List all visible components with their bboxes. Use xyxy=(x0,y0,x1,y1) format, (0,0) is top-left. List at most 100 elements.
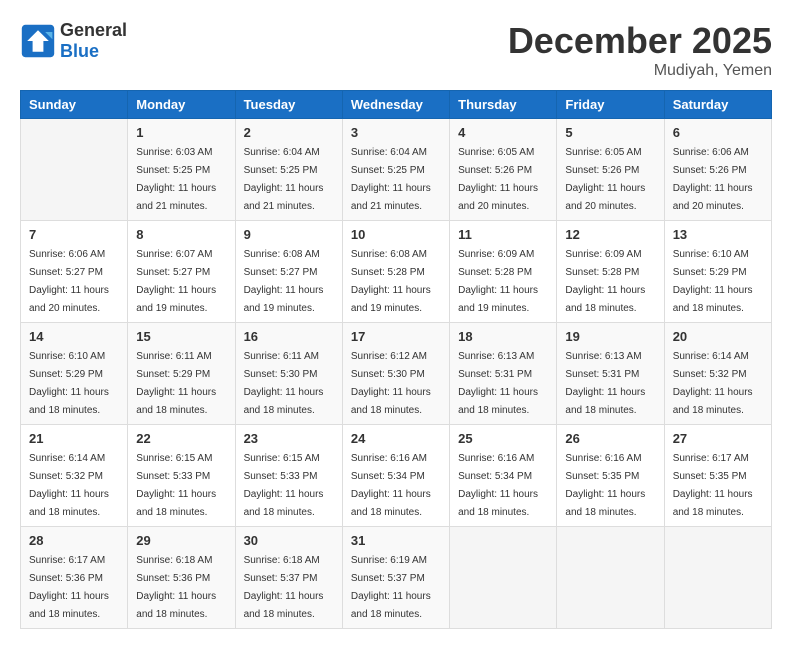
calendar-day-cell: 7 Sunrise: 6:06 AMSunset: 5:27 PMDaylight… xyxy=(21,221,128,323)
calendar-day-cell: 10Sunrise: 6:08 AMSunset: 5:28 PMDayligh… xyxy=(342,221,449,323)
calendar-day-cell: 19 Sunrise: 6:13 AMSunset: 5:31 PMDayligh… xyxy=(557,323,664,425)
calendar-day-cell: 5 Sunrise: 6:05 AMSunset: 5:26 PMDaylight… xyxy=(557,119,664,221)
day-info: Sunrise: 6:12 AMSunset: 5:30 PMDaylight:… xyxy=(351,351,431,416)
day-info: Sunrise: 6:15 AMSunset: 5:33 PMDaylight:… xyxy=(136,453,216,518)
day-info: Sunrise: 6:17 AMSunset: 5:35 PMDaylight:… xyxy=(673,453,753,518)
weekday-header: Saturday xyxy=(664,91,771,119)
day-number: 9 xyxy=(244,227,334,242)
day-number: 13 xyxy=(673,227,763,242)
day-number: 8 xyxy=(136,227,226,242)
calendar-day-cell: 13 Sunrise: 6:10 AMSunset: 5:29 PMDayligh… xyxy=(664,221,771,323)
day-info: Sunrise: 6:13 AMSunset: 5:31 PMDaylight:… xyxy=(565,351,645,416)
calendar-day-cell xyxy=(664,527,771,629)
calendar-day-cell: 27Sunrise: 6:17 AMSunset: 5:35 PMDayligh… xyxy=(664,425,771,527)
day-info: Sunrise: 6:06 AMSunset: 5:27 PMDaylight:… xyxy=(29,249,109,314)
day-number: 26 xyxy=(565,431,655,446)
day-info: Sunrise: 6:05 AMSunset: 5:26 PMDaylight:… xyxy=(565,147,645,212)
day-number: 30 xyxy=(244,533,334,548)
calendar-day-cell: 3 Sunrise: 6:04 AMSunset: 5:25 PMDaylight… xyxy=(342,119,449,221)
calendar-day-cell: 29Sunrise: 6:18 AMSunset: 5:36 PMDayligh… xyxy=(128,527,235,629)
day-number: 1 xyxy=(136,125,226,140)
day-number: 7 xyxy=(29,227,119,242)
calendar-day-cell: 30 Sunrise: 6:18 AMSunset: 5:37 PMDayligh… xyxy=(235,527,342,629)
weekday-header: Monday xyxy=(128,91,235,119)
title-block: December 2025 Mudiyah, Yemen xyxy=(508,20,772,80)
day-number: 25 xyxy=(458,431,548,446)
day-number: 2 xyxy=(244,125,334,140)
weekday-header: Tuesday xyxy=(235,91,342,119)
day-info: Sunrise: 6:10 AMSunset: 5:29 PMDaylight:… xyxy=(29,351,109,416)
day-number: 23 xyxy=(244,431,334,446)
day-number: 3 xyxy=(351,125,441,140)
day-number: 17 xyxy=(351,329,441,344)
calendar-day-cell: 24Sunrise: 6:16 AMSunset: 5:34 PMDayligh… xyxy=(342,425,449,527)
day-info: Sunrise: 6:14 AMSunset: 5:32 PMDaylight:… xyxy=(29,453,109,518)
weekday-header: Sunday xyxy=(21,91,128,119)
day-info: Sunrise: 6:08 AMSunset: 5:28 PMDaylight:… xyxy=(351,249,431,314)
day-info: Sunrise: 6:07 AMSunset: 5:27 PMDaylight:… xyxy=(136,249,216,314)
day-number: 14 xyxy=(29,329,119,344)
calendar-day-cell: 6 Sunrise: 6:06 AMSunset: 5:26 PMDaylight… xyxy=(664,119,771,221)
calendar-day-cell: 4 Sunrise: 6:05 AMSunset: 5:26 PMDaylight… xyxy=(450,119,557,221)
calendar-day-cell: 15 Sunrise: 6:11 AMSunset: 5:29 PMDayligh… xyxy=(128,323,235,425)
day-number: 31 xyxy=(351,533,441,548)
day-number: 11 xyxy=(458,227,548,242)
day-info: Sunrise: 6:19 AMSunset: 5:37 PMDaylight:… xyxy=(351,555,431,620)
day-info: Sunrise: 6:09 AMSunset: 5:28 PMDaylight:… xyxy=(458,249,538,314)
calendar-day-cell: 1 Sunrise: 6:03 AMSunset: 5:25 PMDaylight… xyxy=(128,119,235,221)
calendar-day-cell: 22 Sunrise: 6:15 AMSunset: 5:33 PMDayligh… xyxy=(128,425,235,527)
logo: General Blue xyxy=(20,20,127,62)
day-info: Sunrise: 6:18 AMSunset: 5:37 PMDaylight:… xyxy=(244,555,324,620)
calendar-table: SundayMondayTuesdayWednesdayThursdayFrid… xyxy=(20,90,772,629)
calendar-day-cell: 20 Sunrise: 6:14 AMSunset: 5:32 PMDayligh… xyxy=(664,323,771,425)
day-info: Sunrise: 6:16 AMSunset: 5:34 PMDaylight:… xyxy=(458,453,538,518)
logo-general-text: General xyxy=(60,20,127,40)
calendar-day-cell: 17 Sunrise: 6:12 AMSunset: 5:30 PMDayligh… xyxy=(342,323,449,425)
day-number: 5 xyxy=(565,125,655,140)
day-number: 20 xyxy=(673,329,763,344)
calendar-day-cell: 8 Sunrise: 6:07 AMSunset: 5:27 PMDaylight… xyxy=(128,221,235,323)
day-info: Sunrise: 6:13 AMSunset: 5:31 PMDaylight:… xyxy=(458,351,538,416)
calendar-day-cell: 16Sunrise: 6:11 AMSunset: 5:30 PMDayligh… xyxy=(235,323,342,425)
calendar-week-row: 28 Sunrise: 6:17 AMSunset: 5:36 PMDayligh… xyxy=(21,527,772,629)
day-info: Sunrise: 6:05 AMSunset: 5:26 PMDaylight:… xyxy=(458,147,538,212)
day-number: 15 xyxy=(136,329,226,344)
weekday-header: Wednesday xyxy=(342,91,449,119)
logo-icon xyxy=(20,23,56,59)
calendar-day-cell: 9 Sunrise: 6:08 AMSunset: 5:27 PMDaylight… xyxy=(235,221,342,323)
calendar-day-cell xyxy=(450,527,557,629)
day-number: 22 xyxy=(136,431,226,446)
day-info: Sunrise: 6:11 AMSunset: 5:29 PMDaylight:… xyxy=(136,351,216,416)
calendar-day-cell xyxy=(557,527,664,629)
day-info: Sunrise: 6:04 AMSunset: 5:25 PMDaylight:… xyxy=(244,147,324,212)
weekday-header: Friday xyxy=(557,91,664,119)
day-number: 18 xyxy=(458,329,548,344)
day-info: Sunrise: 6:04 AMSunset: 5:25 PMDaylight:… xyxy=(351,147,431,212)
day-info: Sunrise: 6:06 AMSunset: 5:26 PMDaylight:… xyxy=(673,147,753,212)
calendar-day-cell: 28 Sunrise: 6:17 AMSunset: 5:36 PMDayligh… xyxy=(21,527,128,629)
day-number: 6 xyxy=(673,125,763,140)
day-info: Sunrise: 6:14 AMSunset: 5:32 PMDaylight:… xyxy=(673,351,753,416)
day-number: 24 xyxy=(351,431,441,446)
calendar-week-row: 21Sunrise: 6:14 AMSunset: 5:32 PMDayligh… xyxy=(21,425,772,527)
day-number: 28 xyxy=(29,533,119,548)
day-info: Sunrise: 6:15 AMSunset: 5:33 PMDaylight:… xyxy=(244,453,324,518)
calendar-day-cell: 25 Sunrise: 6:16 AMSunset: 5:34 PMDayligh… xyxy=(450,425,557,527)
month-title: December 2025 xyxy=(508,20,772,62)
day-number: 12 xyxy=(565,227,655,242)
calendar-day-cell: 11 Sunrise: 6:09 AMSunset: 5:28 PMDayligh… xyxy=(450,221,557,323)
calendar-day-cell xyxy=(21,119,128,221)
calendar-week-row: 14 Sunrise: 6:10 AMSunset: 5:29 PMDayligh… xyxy=(21,323,772,425)
day-number: 16 xyxy=(244,329,334,344)
calendar-week-row: 1 Sunrise: 6:03 AMSunset: 5:25 PMDaylight… xyxy=(21,119,772,221)
day-info: Sunrise: 6:17 AMSunset: 5:36 PMDaylight:… xyxy=(29,555,109,620)
day-number: 4 xyxy=(458,125,548,140)
day-info: Sunrise: 6:09 AMSunset: 5:28 PMDaylight:… xyxy=(565,249,645,314)
calendar-day-cell: 2 Sunrise: 6:04 AMSunset: 5:25 PMDaylight… xyxy=(235,119,342,221)
day-info: Sunrise: 6:03 AMSunset: 5:25 PMDaylight:… xyxy=(136,147,216,212)
day-number: 19 xyxy=(565,329,655,344)
day-info: Sunrise: 6:10 AMSunset: 5:29 PMDaylight:… xyxy=(673,249,753,314)
day-info: Sunrise: 6:16 AMSunset: 5:35 PMDaylight:… xyxy=(565,453,645,518)
day-info: Sunrise: 6:08 AMSunset: 5:27 PMDaylight:… xyxy=(244,249,324,314)
calendar-day-cell: 23 Sunrise: 6:15 AMSunset: 5:33 PMDayligh… xyxy=(235,425,342,527)
